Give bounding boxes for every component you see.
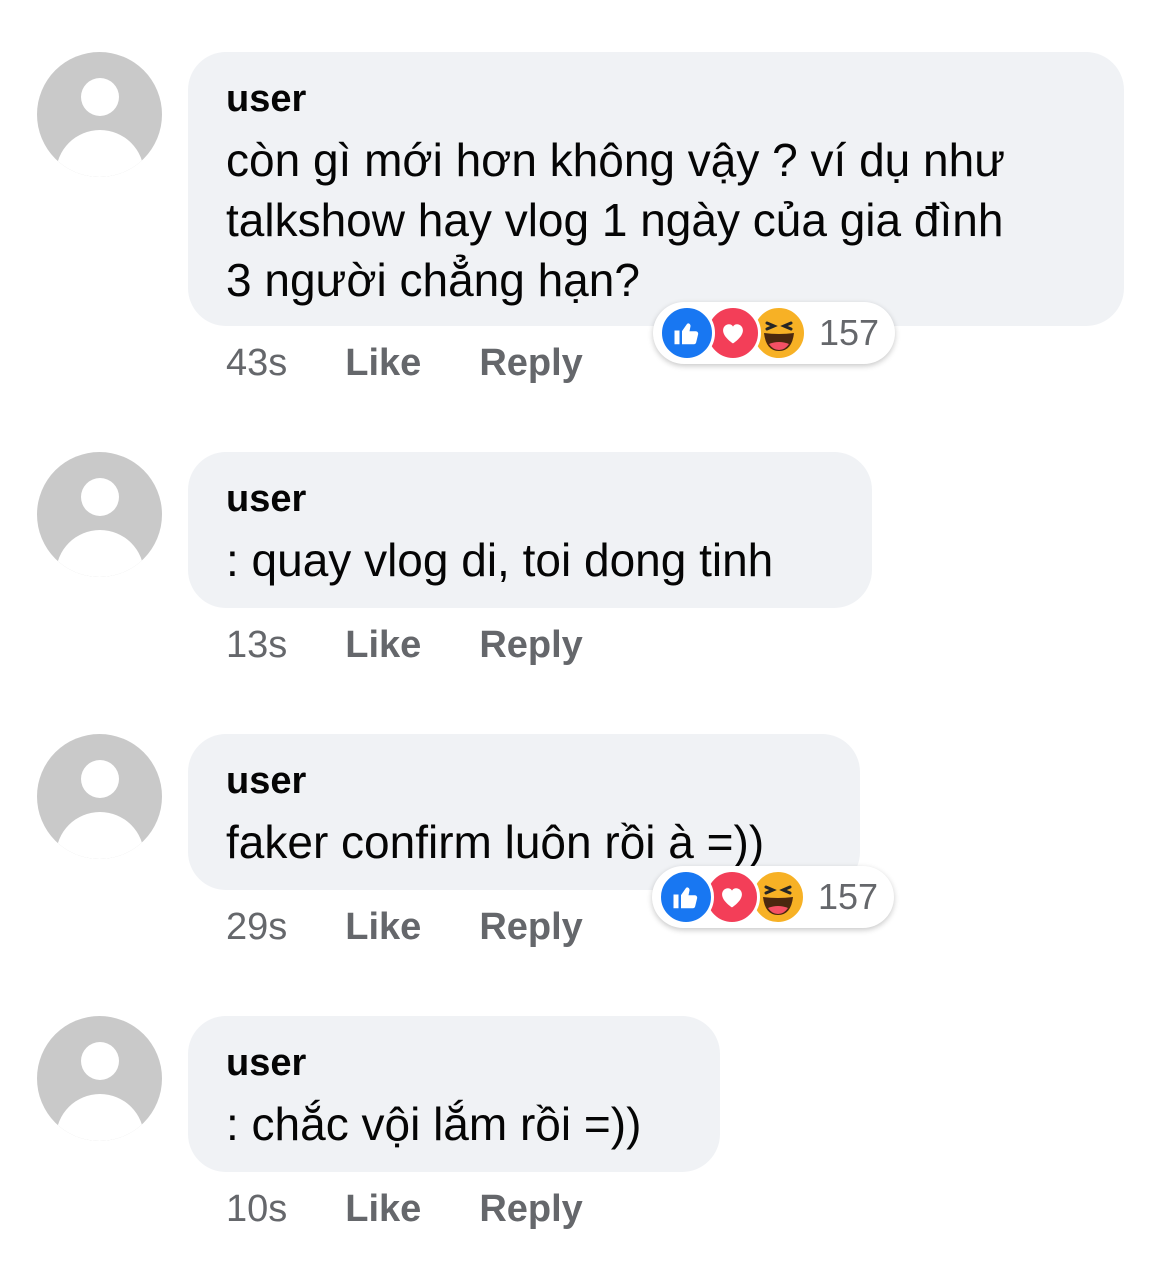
like-button[interactable]: Like — [345, 624, 421, 667]
comment-text-line: còn gì mới hơn không vậy ? ví dụ như — [226, 134, 1005, 186]
comment-text-line: : chắc vội lắm rồi =)) — [226, 1098, 642, 1150]
like-button[interactable]: Like — [345, 342, 421, 385]
comment-author[interactable]: user — [226, 476, 834, 522]
comment-text-line: faker confirm luôn rồi à =)) — [226, 816, 765, 868]
comment-bubble: user : chắc vội lắm rồi =)) — [188, 1016, 720, 1172]
avatar-icon[interactable] — [37, 734, 162, 859]
avatar-shoulders — [56, 130, 144, 177]
reply-button[interactable]: Reply — [479, 342, 582, 385]
comment-timestamp[interactable]: 13s — [226, 624, 287, 667]
reply-button[interactable]: Reply — [479, 906, 582, 949]
reaction-count: 157 — [818, 876, 879, 917]
avatar-shoulders — [56, 1094, 144, 1141]
avatar-icon[interactable] — [37, 1016, 162, 1141]
reaction-summary[interactable]: 157 — [652, 866, 894, 928]
comment-author[interactable]: user — [226, 1040, 682, 1086]
comment-actions: 29s Like Reply — [226, 906, 583, 949]
reaction-count: 157 — [819, 312, 880, 353]
avatar-icon[interactable] — [37, 52, 162, 177]
like-reaction-icon — [659, 305, 715, 361]
avatar-head — [81, 760, 119, 798]
avatar-head — [81, 1042, 119, 1080]
comment-author[interactable]: user — [226, 76, 1086, 122]
comment-bubble: user : quay vlog di, toi dong tinh — [188, 452, 872, 608]
comment-timestamp[interactable]: 10s — [226, 1188, 287, 1231]
avatar-head — [81, 78, 119, 116]
comment-timestamp[interactable]: 43s — [226, 342, 287, 385]
reaction-summary[interactable]: 157 — [653, 302, 895, 364]
avatar-shoulders — [56, 530, 144, 577]
comment-actions: 10s Like Reply — [226, 1188, 583, 1231]
comment-actions: 13s Like Reply — [226, 624, 583, 667]
comment-author[interactable]: user — [226, 758, 822, 804]
avatar-shoulders — [56, 812, 144, 859]
like-reaction-icon — [658, 869, 714, 925]
comment-actions: 43s Like Reply — [226, 342, 583, 385]
avatar-icon[interactable] — [37, 452, 162, 577]
comment-bubble: user còn gì mới hơn không vậy ? ví dụ nh… — [188, 52, 1124, 326]
reply-button[interactable]: Reply — [479, 1188, 582, 1231]
comment-text-line: talkshow hay vlog 1 ngày của gia đình — [226, 194, 1004, 246]
comment-text-line: : quay vlog di, toi dong tinh — [226, 534, 774, 586]
avatar-head — [81, 478, 119, 516]
like-button[interactable]: Like — [345, 906, 421, 949]
reply-button[interactable]: Reply — [479, 624, 582, 667]
like-button[interactable]: Like — [345, 1188, 421, 1231]
comment-timestamp[interactable]: 29s — [226, 906, 287, 949]
comment-text-line: 3 người chẳng hạn? — [226, 254, 640, 306]
